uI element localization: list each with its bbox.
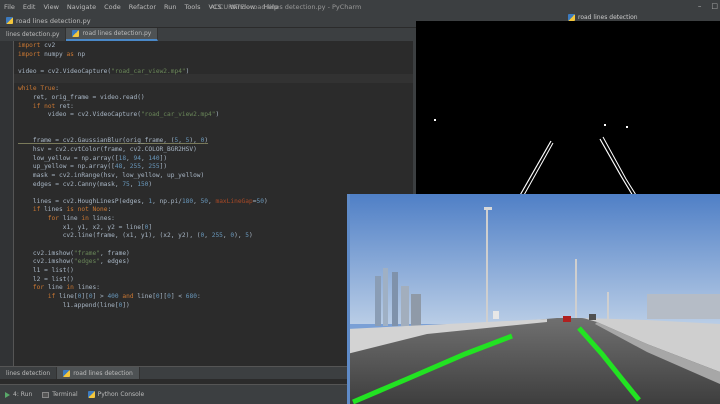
road-scene [347, 194, 720, 404]
minimize-icon[interactable]: – [698, 2, 702, 10]
window-title: ACCURATE - road lines detection.py - PyC… [210, 3, 362, 11]
menu-item-edit[interactable]: Edit [19, 3, 40, 11]
code-line: for line in lines: [32, 284, 100, 292]
skyscraper [383, 268, 388, 326]
python-icon [87, 391, 95, 398]
run-tab-lines-detection[interactable]: lines detection [0, 366, 58, 380]
python-icon [568, 14, 575, 21]
breadcrumb-file: road lines detection.py [16, 16, 91, 25]
code-line: import cv2 [18, 42, 56, 49]
run-tool-label: 4: Run [13, 391, 33, 398]
tab-road-lines-detection[interactable]: road lines detection.py [66, 28, 159, 41]
tab-label: road lines detection.py [82, 30, 152, 37]
skyscraper [375, 276, 381, 326]
code-line: while True: [18, 85, 60, 93]
line-gutter [0, 41, 14, 366]
breadcrumb[interactable]: road lines detection.py [0, 17, 91, 25]
python-file-icon [6, 17, 13, 24]
python-icon [63, 369, 71, 377]
run-tab-label: lines detection [6, 369, 51, 377]
menu-bar: File Edit View Navigate Code Refactor Run Tools… [0, 0, 720, 14]
skyscraper [392, 272, 398, 326]
code-line: cv2.imshow("edges", edges) [18, 258, 130, 266]
code-line: up_yellow = np.array([48, 255, 255]) [18, 163, 168, 171]
code-line: if line[0][0] > 400 and line[0][0] < 680… [47, 293, 201, 301]
edges-window-title-text: road lines detection [578, 14, 638, 21]
code-line: l1 = list() [18, 267, 74, 275]
code-line: for line in lines: [47, 215, 115, 223]
window-border [347, 194, 350, 404]
tab-lines-detection[interactable]: lines detection.py [0, 28, 67, 41]
tab-label: lines detection.py [6, 31, 60, 38]
code-line: hsv = cv2.cvtColor(frame, cv2.COLOR_BGR2… [18, 145, 197, 153]
menu-item-run[interactable]: Run [160, 3, 180, 11]
run-tab-road-lines-detection[interactable]: road lines detection [57, 366, 140, 380]
menu-item-file[interactable]: File [0, 3, 19, 11]
code-line: if lines is not None: [32, 206, 112, 214]
code-line: video = cv2.VideoCapture("road_car_view2… [18, 111, 220, 119]
menu-item-view[interactable]: View [39, 3, 62, 11]
code-line: frame = cv2.GaussianBlur(orig_frame, (5,… [18, 137, 209, 145]
terminal-icon [42, 391, 50, 398]
code-line: l2 = list() [18, 275, 74, 283]
window-controls: – □ [698, 2, 718, 10]
menu-item-tools[interactable]: Tools [180, 3, 204, 11]
python-console-tool-button[interactable]: Python Console [83, 391, 150, 398]
terminal-tool-button[interactable]: Terminal [37, 391, 82, 398]
menu-item-navigate[interactable]: Navigate [63, 3, 100, 11]
code-line: l1.append(line[0]) [18, 301, 130, 309]
building [401, 286, 409, 326]
code-line: low_yellow = np.array([18, 94, 140]) [18, 154, 168, 162]
edge-speck [626, 126, 628, 128]
python-file-icon [72, 30, 80, 37]
lamp-post [486, 209, 488, 324]
overpass [647, 294, 720, 319]
python-console-tool-label: Python Console [97, 391, 145, 398]
frame-window[interactable] [347, 194, 720, 404]
run-tool-button[interactable]: 4: Run [0, 391, 37, 398]
building [411, 294, 421, 326]
code-line: mask = cv2.inRange(hsv, low_yellow, up_y… [18, 171, 205, 179]
menu-item-refactor[interactable]: Refactor [125, 3, 160, 11]
code-line: video = cv2.VideoCapture("road_car_view2… [18, 67, 190, 75]
lamp-post [575, 259, 577, 321]
edge-speck [434, 119, 436, 121]
play-icon [5, 391, 10, 398]
maximize-icon[interactable]: □ [711, 2, 718, 10]
code-line: ret, orig_frame = video.read() [18, 93, 145, 101]
lamp-post [607, 292, 609, 322]
code-line: cv2.line(frame, (x1, y1), (x2, y2), (0, … [18, 232, 253, 240]
car [563, 316, 571, 322]
code-line: edges = cv2.Canny(mask, 75, 150) [18, 180, 153, 188]
car [589, 314, 596, 320]
code-line: if not ret: [32, 102, 74, 110]
code-line: lines = cv2.HoughLinesP(edges, 1, np.pi/… [18, 197, 268, 205]
terminal-tool-label: Terminal [52, 391, 78, 398]
run-tab-label: road lines detection [73, 369, 133, 377]
code-line: import numpy as np [18, 50, 86, 58]
lamp-head [484, 207, 492, 210]
code-content[interactable]: import cv2 import numpy as np video = cv2.… [18, 42, 268, 310]
editor-tabs: lines detection.py road lines detection.… [0, 28, 416, 41]
menu-item-code[interactable]: Code [100, 3, 125, 11]
code-line: cv2.imshow("frame", frame) [18, 249, 130, 257]
road-sign [493, 311, 499, 319]
edges-window-title: road lines detection [568, 14, 638, 21]
edge-speck [604, 124, 606, 126]
code-line: x1, y1, x2, y2 = line[0] [18, 223, 153, 231]
